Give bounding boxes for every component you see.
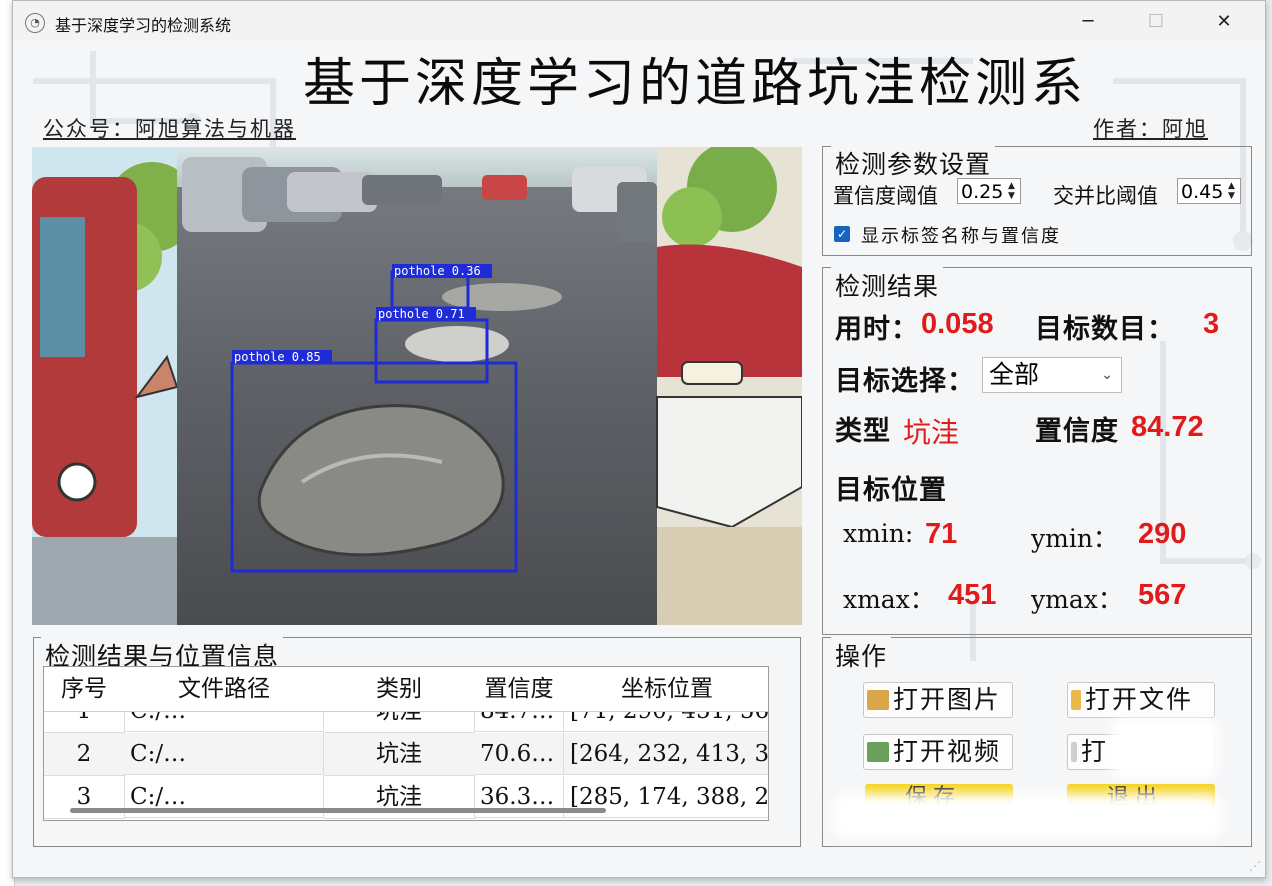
ymin-value: 290 bbox=[1138, 518, 1187, 550]
conf-threshold-label: 置信度阈值 bbox=[833, 184, 938, 208]
table-horizontal-scrollbar[interactable] bbox=[70, 808, 606, 813]
table-header-confidence[interactable]: 置信度 bbox=[474, 667, 565, 712]
table-cell[interactable]: 70.6… bbox=[474, 733, 564, 775]
xmin-label: xmin: bbox=[843, 519, 914, 548]
video-icon bbox=[867, 742, 889, 762]
table-header-position[interactable]: 坐标位置 bbox=[564, 667, 768, 712]
time-value: 0.058 bbox=[921, 308, 994, 340]
conf-threshold-spinbox[interactable]: 0.25 ▲ ▼ bbox=[957, 178, 1021, 204]
target-select-label: 目标选择： bbox=[835, 366, 975, 397]
confidence-label: 置信度 bbox=[1035, 416, 1119, 447]
iou-threshold-spinbox[interactable]: 0.45 ▲ ▼ bbox=[1177, 178, 1241, 204]
table-cell[interactable]: 2 bbox=[44, 733, 125, 776]
window-title: 基于深度学习的检测系统 bbox=[55, 16, 232, 35]
main-content: 基于深度学习的道路坑洼检测系 公众号：阿旭算法与机器 作者：阿旭 pothole… bbox=[13, 41, 1265, 877]
spin-arrows-icon[interactable]: ▲ ▼ bbox=[1008, 181, 1018, 201]
app-icon: ◔ bbox=[25, 13, 45, 33]
xmax-label: xmax： bbox=[843, 585, 935, 614]
spin-arrows-icon[interactable]: ▲ ▼ bbox=[1228, 181, 1238, 201]
confidence-value: 84.72 bbox=[1131, 411, 1204, 443]
detection-label-1: pothole 0.36 bbox=[394, 264, 481, 278]
wechat-label: 公众号：阿旭算法与机器 bbox=[43, 117, 296, 141]
app-window: ◔ 基于深度学习的检测系统 ─ ☐ ✕ 基于深度学习的道路坑洼检测系 公众号：阿… bbox=[12, 0, 1266, 878]
table-header-index[interactable]: 序号 bbox=[44, 667, 125, 712]
iou-threshold-label: 交并比阈值 bbox=[1053, 184, 1158, 208]
type-label: 类型 bbox=[835, 416, 891, 447]
ymax-label: ymax： bbox=[1031, 585, 1123, 614]
author-label: 作者：阿旭 bbox=[1093, 117, 1208, 141]
resize-grip-icon[interactable]: ⋰ bbox=[1249, 859, 1261, 873]
detection-image: pothole 0.36 pothole 0.71 pothole 0.85 bbox=[32, 147, 802, 625]
time-label: 用时： bbox=[835, 314, 919, 345]
target-position-label: 目标位置 bbox=[835, 475, 947, 506]
conf-threshold-value: 0.25 bbox=[961, 181, 1004, 203]
maximize-button[interactable]: ☐ bbox=[1133, 9, 1179, 35]
ymin-label: ymin： bbox=[1031, 524, 1118, 553]
open-folder-button[interactable]: 打开文件 bbox=[1067, 682, 1215, 718]
table-header-path[interactable]: 文件路径 bbox=[124, 667, 325, 712]
show-label-checkbox[interactable]: ✓ bbox=[834, 226, 850, 242]
open-video-button[interactable]: 打开视频 bbox=[863, 734, 1013, 770]
table-cell[interactable]: [264, 232, 413, 315 bbox=[564, 733, 768, 775]
target-count-value: 3 bbox=[1203, 308, 1220, 340]
params-group-title: 检测参数设置 bbox=[831, 145, 996, 181]
table-header-class[interactable]: 类别 bbox=[324, 667, 475, 712]
type-value: 坑洼 bbox=[903, 416, 960, 449]
folder-icon bbox=[1071, 690, 1081, 710]
detection-label-3: pothole 0.85 bbox=[234, 350, 321, 364]
actions-group-title: 操作 bbox=[831, 637, 892, 673]
chevron-down-icon: ⌄ bbox=[1101, 367, 1113, 383]
target-select-value: 全部 bbox=[989, 360, 1040, 389]
xmin-value: 71 bbox=[925, 518, 958, 550]
results-group-title: 检测结果 bbox=[831, 267, 944, 303]
minimize-button[interactable]: ─ bbox=[1065, 9, 1111, 35]
table-cell[interactable]: C:/… bbox=[124, 733, 324, 775]
main-title: 基于深度学习的道路坑洼检测系 bbox=[303, 54, 1088, 114]
redaction-overlay bbox=[1111, 717, 1219, 779]
detection-label-2: pothole 0.71 bbox=[378, 307, 465, 321]
title-bar: ◔ 基于深度学习的检测系统 ─ ☐ ✕ bbox=[13, 1, 1265, 41]
open-image-button[interactable]: 打开图片 bbox=[863, 682, 1013, 718]
camera-icon bbox=[1071, 742, 1077, 762]
target-select-dropdown[interactable]: 全部 ⌄ bbox=[982, 357, 1122, 393]
results-table[interactable]: 1 C:/… 坑洼 84.7… [71, 290, 451, 567] 2 C:… bbox=[43, 666, 769, 821]
table-cell[interactable]: 坑洼 bbox=[324, 733, 475, 776]
close-button[interactable]: ✕ bbox=[1201, 9, 1247, 35]
xmax-value: 451 bbox=[948, 579, 997, 611]
road-image: pothole 0.36 pothole 0.71 pothole 0.85 bbox=[32, 147, 802, 625]
ymax-value: 567 bbox=[1138, 579, 1187, 611]
show-label-text: 显示标签名称与置信度 bbox=[861, 226, 1061, 247]
target-count-label: 目标数目： bbox=[1035, 314, 1175, 345]
iou-threshold-value: 0.45 bbox=[1181, 181, 1224, 203]
image-icon bbox=[867, 690, 889, 710]
redaction-overlay bbox=[833, 793, 1223, 839]
